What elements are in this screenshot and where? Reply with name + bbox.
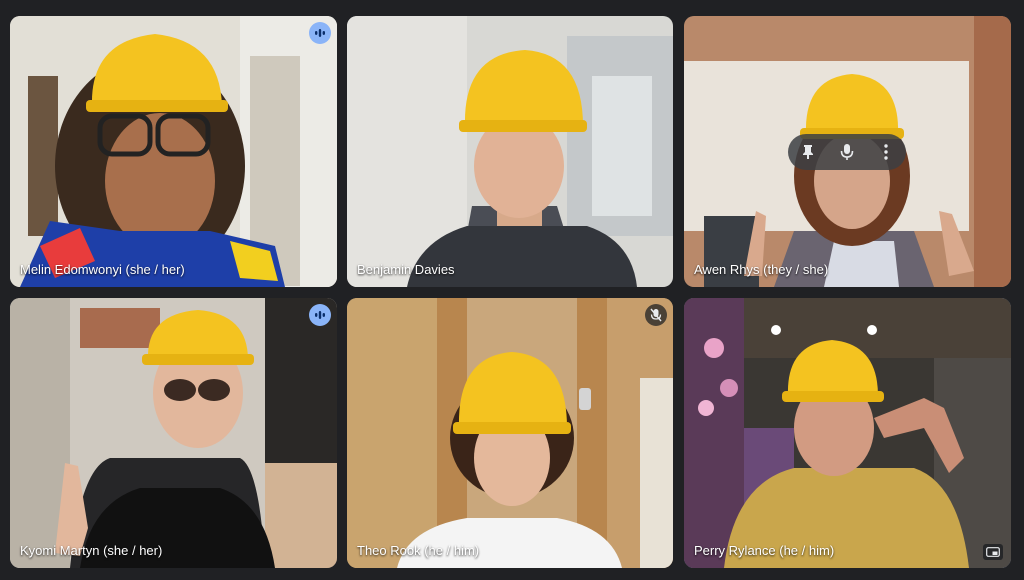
video-feed xyxy=(10,16,337,287)
participant-name: Kyomi Martyn (she / her) xyxy=(20,543,163,558)
speaking-indicator-icon xyxy=(309,22,331,44)
mic-off-icon xyxy=(645,304,667,326)
participant-name: Perry Rylance (he / him) xyxy=(694,543,835,558)
participant-tile-theo[interactable]: Theo Rook (he / him) xyxy=(347,298,673,568)
mic-icon[interactable] xyxy=(833,138,861,166)
participant-tile-benjamin[interactable]: Benjamin Davies xyxy=(347,16,673,287)
tile-hover-controls xyxy=(788,134,906,170)
participant-name: Awen Rhys (they / she) xyxy=(694,262,829,277)
video-feed xyxy=(10,298,337,568)
participant-name: Benjamin Davies xyxy=(357,262,455,277)
video-feed xyxy=(347,298,673,568)
speaking-indicator-icon xyxy=(309,304,331,326)
participant-name: Theo Rook (he / him) xyxy=(357,543,480,558)
pin-icon[interactable] xyxy=(794,138,822,166)
participant-tile-perry[interactable]: Perry Rylance (he / him) xyxy=(684,298,1011,568)
participant-name: Melin Edomwonyi (she / her) xyxy=(20,262,185,277)
participant-tile-melin[interactable]: Melin Edomwonyi (she / her) xyxy=(10,16,337,287)
participant-tile-kyomi[interactable]: Kyomi Martyn (she / her) xyxy=(10,298,337,568)
video-feed xyxy=(684,298,1011,568)
video-feed xyxy=(347,16,673,287)
participant-tile-awen[interactable]: Awen Rhys (they / she) xyxy=(684,16,1011,287)
more-vert-icon[interactable] xyxy=(872,138,900,166)
picture-in-picture-icon[interactable] xyxy=(983,544,1003,560)
